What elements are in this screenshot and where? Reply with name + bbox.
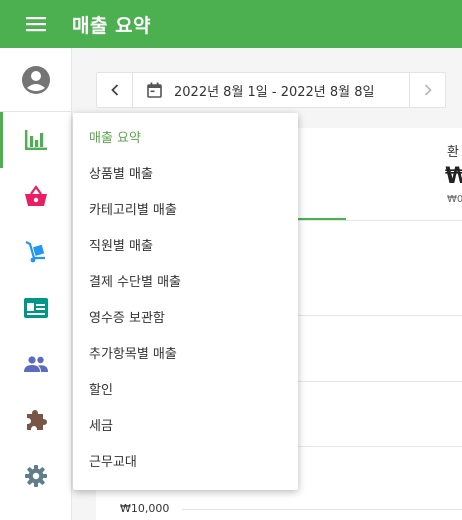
- chevron-right-icon: [424, 84, 432, 96]
- chart-gridline: [298, 381, 462, 382]
- app-bar: 매출 요약: [0, 0, 462, 48]
- menu-item-sales-summary[interactable]: 매출 요약: [73, 121, 298, 157]
- rail-item-customers[interactable]: [0, 336, 72, 392]
- date-range-picker[interactable]: 2022년 8월 1일 - 2022년 8월 8일: [133, 73, 375, 107]
- menu-item-sales-by-payment-type[interactable]: 결제 수단별 매출: [73, 265, 298, 301]
- chart-gridline: [298, 446, 462, 447]
- menu-item-sales-by-employee[interactable]: 직원별 매출: [73, 229, 298, 265]
- rail-item-settings[interactable]: [0, 448, 72, 504]
- menu-item-taxes[interactable]: 세금: [73, 409, 298, 445]
- next-period-button[interactable]: [409, 73, 445, 107]
- chart-gridline: [298, 315, 462, 316]
- menu-item-shifts[interactable]: 근무교대: [73, 445, 298, 481]
- summary-stat-label: 환: [447, 145, 459, 160]
- rail-item-reports[interactable]: [0, 112, 72, 168]
- gear-icon: [25, 465, 47, 487]
- summary-stat-value: ₩: [445, 164, 462, 189]
- chart-gridline: [182, 509, 462, 510]
- reports-menu: 매출 요약 상품별 매출 카테고리별 매출 직원별 매출 결제 수단별 매출 영…: [73, 113, 298, 490]
- y-axis-tick-label: ₩10,000: [120, 502, 170, 515]
- id-card-icon: [24, 298, 48, 318]
- puzzle-icon: [27, 410, 47, 430]
- rail-item-integrations[interactable]: [0, 392, 72, 448]
- menu-item-sales-by-item[interactable]: 상품별 매출: [73, 157, 298, 193]
- date-range-bar: 2022년 8월 1일 - 2022년 8월 8일: [96, 72, 446, 108]
- hand-truck-icon: [25, 241, 45, 263]
- people-icon: [24, 356, 48, 372]
- menu-item-receipts[interactable]: 영수증 보관함: [73, 301, 298, 337]
- rail-item-inventory[interactable]: [0, 224, 72, 280]
- nav-rail: [0, 48, 72, 520]
- menu-item-sales-by-modifier[interactable]: 추가항목별 매출: [73, 337, 298, 373]
- bar-chart-icon: [25, 130, 47, 150]
- menu-item-discounts[interactable]: 할인: [73, 373, 298, 409]
- calendar-icon: [147, 82, 162, 98]
- app-title: 매출 요약: [72, 14, 152, 37]
- prev-period-button[interactable]: [97, 73, 133, 107]
- summary-stat-sub: ₩0: [447, 194, 462, 205]
- chevron-left-icon: [110, 84, 118, 96]
- rail-item-employees[interactable]: [0, 280, 72, 336]
- menu-item-sales-by-category[interactable]: 카테고리별 매출: [73, 193, 298, 229]
- date-range-text: 2022년 8월 1일 - 2022년 8월 8일: [174, 84, 375, 100]
- rail-item-items[interactable]: [0, 168, 72, 224]
- hamburger-icon: [26, 17, 46, 32]
- account-circle-icon: [22, 66, 50, 94]
- menu-button[interactable]: [0, 0, 72, 48]
- rail-item-account[interactable]: [0, 52, 72, 108]
- basket-icon: [25, 185, 47, 206]
